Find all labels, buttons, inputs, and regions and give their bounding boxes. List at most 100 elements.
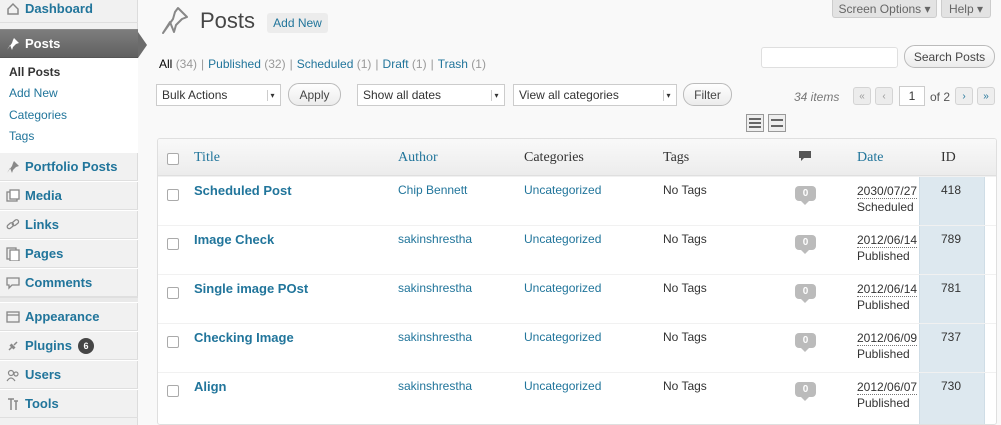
admin-sidebar: Dashboard Posts All Posts Add New Catego…	[0, 0, 147, 425]
sidebar-item-appearance[interactable]: Appearance	[0, 302, 138, 331]
post-id: 730	[941, 379, 962, 393]
sidebar-item-pages[interactable]: Pages	[0, 239, 138, 268]
comment-count-bubble[interactable]: 0	[795, 186, 816, 205]
row-checkbox[interactable]	[167, 385, 179, 397]
sidebar-item-plugins[interactable]: Plugins 6	[0, 331, 138, 360]
pushpin-icon	[5, 159, 21, 175]
sidebar-item-label: Media	[25, 188, 62, 203]
post-category-link[interactable]: Uncategorized	[524, 330, 601, 344]
filter-trash[interactable]: Trash (1)	[438, 57, 486, 71]
sidebar-item-label: Plugins	[25, 338, 72, 353]
post-tags: No Tags	[663, 379, 707, 393]
dashboard-icon	[5, 1, 21, 17]
posts-submenu: All Posts Add New Categories Tags	[0, 58, 138, 153]
submenu-all-posts[interactable]: All Posts	[9, 65, 60, 79]
sidebar-item-users[interactable]: Users	[0, 360, 138, 389]
post-date: 2012/06/09 Published	[857, 331, 918, 361]
filter-scheduled[interactable]: Scheduled (1)	[297, 57, 372, 71]
appearance-icon	[5, 309, 21, 325]
comment-count-bubble[interactable]: 0	[795, 284, 816, 303]
bulk-actions-select[interactable]: Bulk Actions ▾	[156, 84, 281, 106]
sidebar-item-links[interactable]: Links	[0, 210, 138, 239]
filter-published[interactable]: Published (32)	[208, 57, 285, 71]
sidebar-item-portfolio-posts[interactable]: Portfolio Posts	[0, 152, 138, 181]
sidebar-item-tools[interactable]: Tools	[0, 389, 138, 418]
post-tags: No Tags	[663, 183, 707, 197]
filter-all[interactable]: All (34)	[159, 57, 197, 71]
post-status-filters: All (34) | Published (32) | Scheduled (1) | Dr…	[159, 57, 486, 71]
next-page-button[interactable]: ›	[955, 87, 973, 105]
chevron-down-icon: ▾	[663, 90, 673, 101]
sidebar-item-label: Pages	[25, 246, 64, 261]
categories-select[interactable]: View all categories ▾	[513, 84, 677, 106]
post-title-link[interactable]: Checking Image	[194, 330, 294, 345]
column-header-date[interactable]: Date	[857, 150, 883, 166]
comment-count-bubble[interactable]: 0	[795, 333, 816, 352]
sidebar-item-media[interactable]: Media	[0, 181, 138, 210]
sidebar-item-dashboard[interactable]: Dashboard	[0, 0, 138, 23]
add-new-button[interactable]: Add New	[267, 13, 328, 33]
post-category-link[interactable]: Uncategorized	[524, 183, 601, 197]
comment-count-bubble[interactable]: 0	[795, 235, 816, 254]
post-category-link[interactable]: Uncategorized	[524, 379, 601, 393]
row-checkbox[interactable]	[167, 287, 179, 299]
pushpin-icon	[160, 5, 190, 39]
post-title-link[interactable]: Single image POst	[194, 281, 308, 296]
screen-options-tab[interactable]: Screen Options ▾	[832, 0, 937, 18]
post-author-link[interactable]: sakinshrestha	[398, 281, 472, 295]
column-header-categories: Categories	[524, 150, 584, 165]
search-posts-button[interactable]: Search Posts	[904, 45, 995, 68]
submenu-tags[interactable]: Tags	[9, 129, 34, 143]
post-date: 2012/06/14 Published	[857, 233, 918, 263]
submenu-categories[interactable]: Categories	[9, 108, 67, 122]
column-header-author[interactable]: Author	[398, 150, 438, 166]
post-author-link[interactable]: Chip Bennett	[398, 183, 467, 197]
sidebar-item-posts[interactable]: Posts	[0, 29, 147, 58]
post-category-link[interactable]: Uncategorized	[524, 232, 601, 246]
comments-icon	[5, 275, 21, 291]
chevron-down-icon: ▾	[267, 90, 277, 101]
post-author-link[interactable]: sakinshrestha	[398, 379, 472, 393]
filter-button[interactable]: Filter	[683, 83, 732, 106]
comments-icon[interactable]	[799, 151, 811, 165]
main-content: Screen Options ▾ Help ▾ Posts Add New Al…	[140, 0, 1001, 425]
post-title-link[interactable]: Align	[194, 379, 227, 394]
post-tags: No Tags	[663, 232, 707, 246]
post-author-link[interactable]: sakinshrestha	[398, 232, 472, 246]
post-date: 2012/06/14 Published	[857, 282, 918, 312]
search-input[interactable]	[761, 47, 898, 68]
current-page-input[interactable]: 1	[899, 86, 925, 106]
sidebar-item-comments[interactable]: Comments	[0, 268, 138, 297]
submenu-add-new[interactable]: Add New	[9, 86, 58, 100]
row-checkbox[interactable]	[167, 189, 179, 201]
sidebar-item-label: Links	[25, 217, 59, 232]
post-category-link[interactable]: Uncategorized	[524, 281, 601, 295]
table-row: Align sakinshrestha Uncategorized No Tag…	[158, 372, 996, 421]
list-view-icon[interactable]	[746, 114, 764, 132]
items-count: 34 items	[794, 90, 840, 104]
row-checkbox[interactable]	[167, 336, 179, 348]
filter-draft[interactable]: Draft (1)	[383, 57, 427, 71]
sidebar-item-label: Users	[25, 367, 62, 382]
post-tags: No Tags	[663, 330, 707, 344]
plugins-icon	[5, 338, 21, 354]
select-all-checkbox[interactable]	[167, 153, 179, 165]
help-tab[interactable]: Help ▾	[941, 0, 991, 18]
post-title-link[interactable]: Image Check	[194, 232, 274, 247]
post-id: 789	[941, 232, 962, 246]
dates-select[interactable]: Show all dates ▾	[357, 84, 505, 106]
post-author-link[interactable]: sakinshrestha	[398, 330, 472, 344]
prev-page-button[interactable]: ‹	[875, 87, 893, 105]
first-page-button[interactable]: «	[853, 87, 871, 105]
table-header: Title Author Categories Tags Date ID	[158, 139, 996, 176]
post-title-link[interactable]: Scheduled Post	[194, 183, 292, 198]
last-page-button[interactable]: »	[977, 87, 995, 105]
column-header-title[interactable]: Title	[194, 150, 220, 166]
links-icon	[5, 217, 21, 233]
row-checkbox[interactable]	[167, 238, 179, 250]
excerpt-view-icon[interactable]	[768, 114, 786, 132]
comment-count-bubble[interactable]: 0	[795, 382, 816, 401]
pages-icon	[5, 246, 21, 262]
apply-button[interactable]: Apply	[288, 83, 341, 106]
table-row: Single image POst sakinshrestha Uncatego…	[158, 274, 996, 323]
